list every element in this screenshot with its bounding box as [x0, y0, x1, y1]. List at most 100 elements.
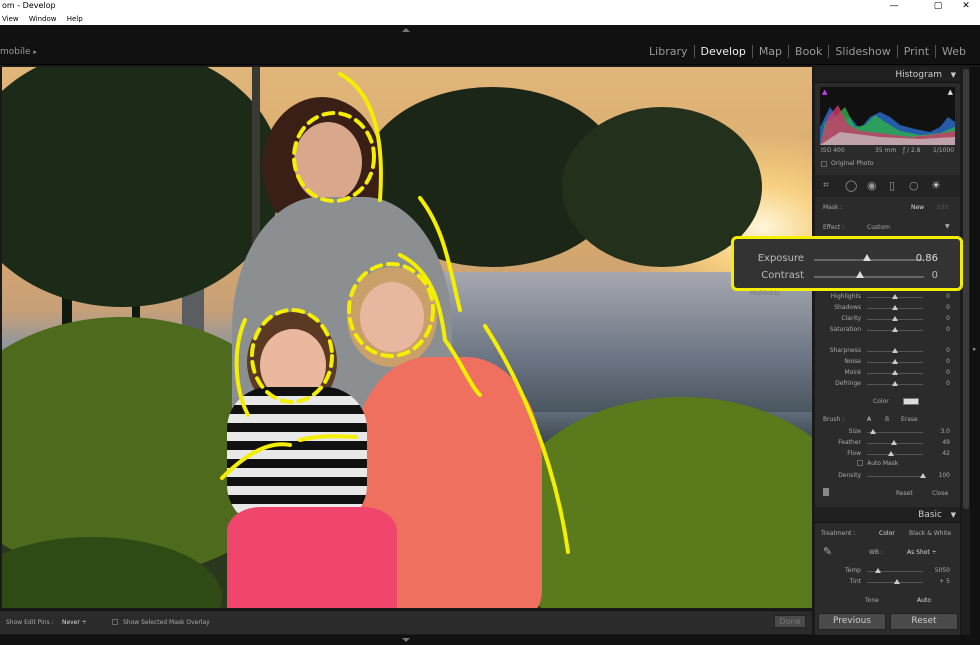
- slider-3-slider[interactable]: [867, 327, 923, 332]
- scrollbar-thumb[interactable]: [963, 69, 969, 509]
- right-panel-scrollbar[interactable]: [962, 67, 970, 635]
- mask-edit-button[interactable]: Edit: [937, 204, 949, 211]
- collapse-top-icon[interactable]: [402, 28, 410, 32]
- right-panel-toggle-strip[interactable]: ▸: [970, 67, 980, 635]
- brush-b-tab[interactable]: B: [885, 416, 889, 423]
- exposure-value[interactable]: 0.86: [908, 253, 938, 264]
- basic-temp-slider[interactable]: [867, 568, 923, 573]
- contrast-value[interactable]: 0: [908, 270, 938, 281]
- slider-1-value[interactable]: 0: [934, 304, 950, 311]
- slider-4-value[interactable]: 0: [934, 347, 950, 354]
- previous-button[interactable]: Previous: [818, 613, 886, 630]
- close-window-button[interactable]: ✕: [952, 0, 980, 13]
- radial-filter-icon[interactable]: ○: [909, 179, 919, 192]
- module-web[interactable]: Web: [935, 45, 972, 58]
- slider-1-slider[interactable]: [867, 305, 923, 310]
- module-book[interactable]: Book: [788, 45, 828, 58]
- graduated-filter-icon[interactable]: ▯: [889, 179, 895, 192]
- slider-4-slider[interactable]: [867, 348, 923, 353]
- original-photo-checkbox[interactable]: [821, 161, 827, 167]
- exposure-slider-knob[interactable]: [862, 254, 871, 261]
- slider-1-slider-knob[interactable]: [892, 305, 898, 310]
- spot-removal-icon[interactable]: ◯: [845, 179, 857, 192]
- slider-0-slider[interactable]: [867, 294, 923, 299]
- basic-header[interactable]: Basic ▼: [815, 507, 960, 523]
- brush-feather-value[interactable]: 49: [934, 439, 950, 446]
- histogram-graph[interactable]: ▲ ▲: [820, 87, 955, 145]
- maximize-button[interactable]: ▢: [924, 0, 952, 13]
- slider-2-slider[interactable]: [867, 316, 923, 321]
- module-print[interactable]: Print: [896, 45, 935, 58]
- filmstrip-toggle-strip[interactable]: [0, 635, 980, 645]
- brush-size-slider-knob[interactable]: [869, 429, 876, 434]
- mask-overlay-checkbox[interactable]: [112, 619, 118, 625]
- slider-5-slider[interactable]: [867, 359, 923, 364]
- reset-button[interactable]: Reset: [890, 613, 958, 630]
- slider-6-value[interactable]: 0: [934, 369, 950, 376]
- photo-canvas[interactable]: [2, 67, 812, 608]
- effect-preset-select[interactable]: Custom: [867, 224, 890, 231]
- red-eye-icon[interactable]: ◉: [867, 179, 877, 192]
- mask-reset-button[interactable]: Reset: [896, 490, 913, 497]
- brush-feather-slider[interactable]: [867, 440, 923, 445]
- slider-7-slider[interactable]: [867, 381, 923, 386]
- module-develop[interactable]: Develop: [693, 45, 752, 58]
- slider-7-value[interactable]: 0: [934, 380, 950, 387]
- slider-6-slider-knob[interactable]: [892, 370, 898, 375]
- brush-size-value[interactable]: 3.0: [934, 428, 950, 435]
- expand-right-icon[interactable]: ▸: [973, 345, 977, 353]
- brush-density-slider-knob[interactable]: [920, 473, 926, 478]
- treatment-bw-button[interactable]: Black & White: [909, 530, 951, 537]
- done-button[interactable]: Done: [774, 615, 806, 628]
- wb-select[interactable]: As Shot ÷: [907, 549, 937, 556]
- histogram-header[interactable]: Histogram ▼: [815, 67, 960, 83]
- slider-4-slider-knob[interactable]: [892, 348, 898, 353]
- slider-3-value[interactable]: 0: [934, 326, 950, 333]
- brush-density-slider[interactable]: [867, 473, 926, 478]
- treatment-color-button[interactable]: Color: [879, 530, 895, 537]
- basic-temp-slider-knob[interactable]: [875, 568, 882, 573]
- crop-icon[interactable]: ⌗: [823, 180, 829, 191]
- minimize-button[interactable]: —: [880, 0, 908, 13]
- brush-flow-slider-knob[interactable]: [887, 451, 894, 456]
- effect-collapse-icon[interactable]: ▼: [945, 223, 950, 230]
- slider-5-slider-knob[interactable]: [892, 359, 898, 364]
- basic-tint-value[interactable]: + 5: [934, 578, 950, 585]
- top-panel-toggle-strip[interactable]: [0, 25, 980, 35]
- module-library[interactable]: Library: [643, 45, 693, 58]
- adjustment-brush-icon[interactable]: ☀: [931, 179, 941, 192]
- basic-temp-value[interactable]: 5050: [934, 567, 950, 574]
- slider-7-slider-knob[interactable]: [892, 381, 898, 386]
- module-map[interactable]: Map: [751, 45, 788, 58]
- slider-5-value[interactable]: 0: [934, 358, 950, 365]
- eyedropper-icon[interactable]: ✎: [823, 545, 832, 558]
- menu-help[interactable]: Help: [67, 15, 83, 23]
- brush-density-value[interactable]: 100: [934, 472, 950, 479]
- tone-auto-button[interactable]: Auto: [917, 597, 931, 604]
- mask-close-button[interactable]: Close: [932, 490, 948, 497]
- contrast-slider-knob[interactable]: [856, 271, 865, 278]
- expand-filmstrip-icon[interactable]: [402, 638, 410, 642]
- brush-a-tab[interactable]: A: [867, 416, 871, 423]
- menu-view[interactable]: View: [2, 15, 19, 23]
- slider-6-slider[interactable]: [867, 370, 923, 375]
- basic-tint-slider[interactable]: [867, 579, 923, 584]
- auto-mask-checkbox[interactable]: [857, 460, 863, 466]
- module-slideshow[interactable]: Slideshow: [828, 45, 896, 58]
- slider-2-slider-knob[interactable]: [892, 316, 898, 321]
- brush-flow-value[interactable]: 42: [934, 450, 950, 457]
- highlight-clipping-icon[interactable]: ▲: [948, 88, 953, 96]
- show-edit-pins-select[interactable]: Never ÷: [62, 619, 87, 626]
- brush-flow-slider[interactable]: [867, 451, 923, 456]
- slider-2-value[interactable]: 0: [934, 315, 950, 322]
- brush-size-slider[interactable]: [867, 429, 923, 434]
- basic-tint-slider-knob[interactable]: [893, 579, 900, 584]
- brush-erase-tab[interactable]: Erase: [901, 416, 918, 423]
- slider-0-slider-knob[interactable]: [892, 294, 898, 299]
- slider-3-slider-knob[interactable]: [892, 327, 898, 332]
- slider-0-value[interactable]: 0: [934, 293, 950, 300]
- brush-feather-slider-knob[interactable]: [891, 440, 898, 445]
- mask-new-button[interactable]: New: [911, 204, 924, 211]
- identity-plate[interactable]: mobile ▸: [0, 47, 37, 57]
- panel-switch-icon[interactable]: [823, 488, 829, 496]
